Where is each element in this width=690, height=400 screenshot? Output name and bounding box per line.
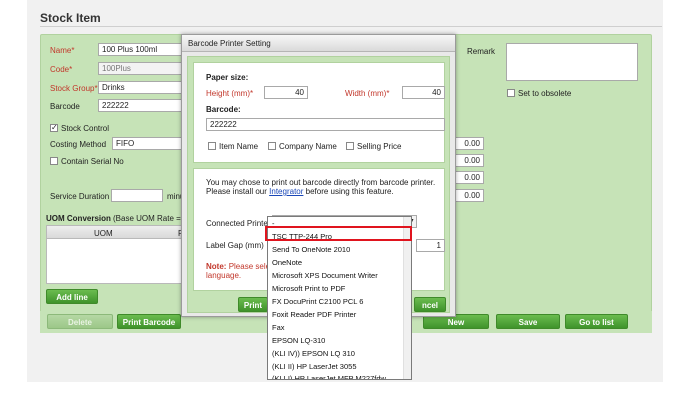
printer-option[interactable]: Microsoft XPS Document Writer — [270, 269, 402, 282]
go-to-list-button[interactable]: Go to list — [565, 314, 628, 329]
remark-label: Remark — [467, 47, 496, 56]
stock-group-select[interactable]: Drinks — [98, 81, 188, 94]
cancel-button[interactable]: ncel — [414, 297, 446, 312]
barcode-field[interactable]: 222222 — [98, 99, 188, 112]
integrator-link[interactable]: Integrator — [269, 187, 303, 196]
barcode-label: Barcode — [50, 102, 80, 111]
connected-printer-label: Connected Printer: — [206, 219, 273, 228]
stock-group-label: Stock Group* — [50, 84, 98, 93]
printer-option[interactable]: FX DocuPrint C2100 PCL 6 — [270, 295, 402, 308]
width-label: Width (mm)* — [345, 89, 390, 98]
page-title: Stock Item — [40, 11, 101, 25]
dialog-barcode-field[interactable]: 222222 — [206, 118, 445, 131]
price-field-2[interactable]: 0.00 — [454, 154, 484, 167]
code-field[interactable]: 100Plus — [98, 62, 188, 75]
paper-settings-section: Paper size: Height (mm)* 40 Width (mm)* … — [193, 62, 445, 163]
company-name-checkbox[interactable] — [268, 142, 276, 150]
title-divider — [40, 26, 662, 27]
obsolete-label: Set to obsolete — [518, 89, 572, 98]
selling-price-checkbox[interactable] — [346, 142, 354, 150]
info-line-2-pre: Please install our — [206, 187, 267, 196]
item-name-label: Item Name — [219, 142, 259, 151]
dropdown-scrollbar[interactable] — [403, 217, 411, 379]
service-duration-label: Service Duration — [50, 192, 110, 201]
price-field-3[interactable]: 0.00 — [454, 171, 484, 184]
uom-conversion-title: UOM Conversion — [46, 214, 111, 223]
printer-option[interactable]: Foxit Reader PDF Printer — [270, 308, 402, 321]
barcode-heading: Barcode: — [206, 105, 241, 114]
printer-option[interactable]: (KLI I) HP LaserJet MFP M227fdw — [270, 372, 402, 379]
stock-control-checkbox[interactable] — [50, 124, 58, 132]
item-name-checkbox[interactable] — [208, 142, 216, 150]
info-line-2-post: before using this feature. — [305, 187, 394, 196]
print-button[interactable]: Print — [238, 297, 268, 312]
selected-printer-highlight — [265, 226, 412, 241]
info-line-1: You may chose to print out barcode direc… — [206, 178, 436, 187]
add-line-button[interactable]: Add line — [46, 289, 98, 304]
label-gap-label: Label Gap (mm) — [206, 241, 264, 250]
serial-no-label: Contain Serial No — [61, 157, 124, 166]
width-field[interactable]: 40 — [402, 86, 445, 99]
dialog-title: Barcode Printer Setting — [182, 35, 455, 52]
price-field-4[interactable]: 0.00 — [454, 189, 484, 202]
costing-method-select[interactable]: FIFO — [112, 137, 187, 150]
obsolete-checkbox[interactable] — [507, 89, 515, 97]
name-label: Name* — [50, 46, 75, 55]
costing-method-label: Costing Method — [50, 140, 107, 149]
language-note-line2: language. — [206, 271, 242, 280]
stock-control-label: Stock Control — [61, 124, 110, 133]
serial-no-checkbox[interactable] — [50, 157, 58, 165]
height-label: Height (mm)* — [206, 89, 254, 98]
code-label: Code* — [50, 65, 73, 74]
name-field[interactable]: 100 Plus 100ml — [98, 43, 188, 56]
printer-option[interactable]: Microsoft Print to PDF — [270, 282, 402, 295]
company-name-label: Company Name — [279, 142, 337, 151]
uom-conversion-subtitle: (Base UOM Rate = 1) — [113, 214, 191, 223]
uom-column-header: UOM — [94, 229, 113, 238]
language-note: Note: Please select — [206, 262, 276, 271]
paper-size-heading: Paper size: — [206, 73, 249, 82]
delete-button[interactable]: Delete — [47, 314, 113, 329]
selling-price-label: Selling Price — [357, 142, 402, 151]
printer-option[interactable]: Send To OneNote 2010 — [270, 243, 402, 256]
remark-textarea[interactable] — [506, 43, 638, 81]
label-gap-field[interactable]: 1 — [416, 239, 445, 252]
save-button[interactable]: Save — [496, 314, 560, 329]
print-barcode-button[interactable]: Print Barcode — [117, 314, 181, 329]
height-field[interactable]: 40 — [264, 86, 308, 99]
printer-option[interactable]: (KLI IV)) EPSON LQ 310 — [270, 347, 402, 360]
printer-option[interactable]: OneNote — [270, 256, 402, 269]
price-field-1[interactable]: 0.00 — [454, 137, 484, 150]
uom-table-header — [46, 225, 196, 239]
printer-option[interactable]: EPSON LQ-310 — [270, 334, 402, 347]
info-line-2: Please install our Integrator before usi… — [206, 187, 394, 196]
service-duration-field[interactable] — [111, 189, 163, 202]
note-label: Note: — [206, 262, 227, 271]
printer-option[interactable]: Fax — [270, 321, 402, 334]
